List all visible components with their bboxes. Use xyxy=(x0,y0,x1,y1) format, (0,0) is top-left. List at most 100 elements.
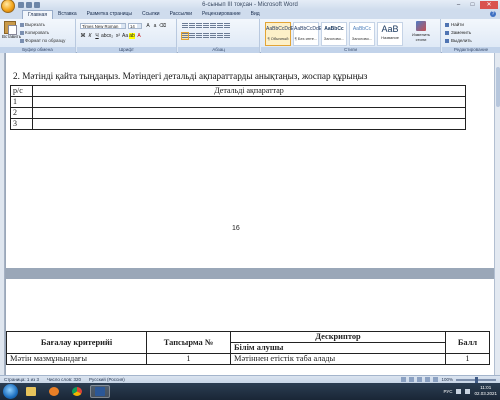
cut-button[interactable]: Вырезать xyxy=(20,22,45,27)
find-label: Найти xyxy=(451,22,464,27)
table-cell[interactable]: Тапсырма № xyxy=(146,331,231,354)
taskbar-media[interactable] xyxy=(44,385,64,398)
table-cell[interactable]: 1 xyxy=(10,96,33,108)
clock[interactable]: 11:01 02.03.2021 xyxy=(474,385,497,397)
show-marks-icon[interactable] xyxy=(224,23,230,29)
sort-icon[interactable] xyxy=(217,23,223,29)
decrease-indent-icon[interactable] xyxy=(203,23,209,29)
taskbar-explorer[interactable] xyxy=(21,385,41,398)
highlight-icon[interactable]: ab xyxy=(129,33,135,39)
table-cell[interactable]: Мәтін мазмұнындағы xyxy=(6,353,147,365)
tab-page-layout[interactable]: Разметка страницы xyxy=(82,10,137,19)
table-cell[interactable]: Мәтіннен етістік таба алады xyxy=(230,353,446,365)
copy-button[interactable]: Копировать xyxy=(20,30,49,35)
underline-icon[interactable]: Ч xyxy=(94,33,100,39)
table-cell[interactable]: Детальді ақпараттар xyxy=(32,85,466,97)
table-cell[interactable]: Балл xyxy=(445,331,490,354)
find-button[interactable]: Найти xyxy=(445,22,464,27)
document-page-1[interactable]: 2. Мәтінді қайта тыңдаңыз. Мәтіндегі дет… xyxy=(6,53,494,268)
word-count[interactable]: Число слов: 320 xyxy=(47,377,81,382)
full-screen-icon[interactable] xyxy=(409,377,415,382)
table-cell[interactable] xyxy=(32,118,466,130)
help-icon[interactable]: ? xyxy=(490,11,496,17)
style-normal[interactable]: AaBbCcDdE ¶ Обычный xyxy=(265,22,294,46)
font-name-combo[interactable]: Times New Roman xyxy=(80,23,126,29)
tab-view[interactable]: Вид xyxy=(246,10,265,19)
table-cell[interactable]: р/с xyxy=(10,85,33,97)
font-color-icon[interactable]: A xyxy=(136,33,142,39)
scrollbar-thumb[interactable] xyxy=(496,67,500,107)
grow-font-icon[interactable]: A xyxy=(145,23,151,29)
style-sample: AaBbCc xyxy=(324,26,344,32)
print-layout-icon[interactable] xyxy=(401,377,407,382)
numbering-icon[interactable] xyxy=(189,23,195,29)
style-title[interactable]: AaB Название xyxy=(377,22,403,46)
table-cell[interactable]: Бағалау критерийі xyxy=(6,331,147,354)
change-case-icon[interactable]: Aa xyxy=(122,33,128,39)
increase-indent-icon[interactable] xyxy=(210,23,216,29)
document-page-2[interactable]: Бағалау критерийі Тапсырма № Дескриптор … xyxy=(6,279,494,375)
borders-icon[interactable] xyxy=(224,33,230,39)
subscript-icon[interactable]: x₂ xyxy=(108,33,114,39)
styles-group: AaBbCcDdE ¶ Обычный AaBbCcDdE ¶ Без инте… xyxy=(261,19,441,53)
table-cell[interactable]: Білім алушы xyxy=(230,342,446,354)
superscript-icon[interactable]: x² xyxy=(115,33,121,39)
table-cell[interactable]: 1 xyxy=(445,353,490,365)
font-size-combo[interactable]: 14 xyxy=(128,23,142,29)
bold-icon[interactable]: Ж xyxy=(80,33,86,39)
replace-button[interactable]: Заменить xyxy=(445,30,471,35)
table-cell[interactable] xyxy=(32,96,466,108)
volume-icon[interactable] xyxy=(465,388,471,394)
align-left-icon[interactable] xyxy=(181,32,189,40)
select-button[interactable]: Выделить xyxy=(445,38,472,43)
table-cell[interactable]: 1 xyxy=(146,353,231,365)
paste-icon xyxy=(4,21,17,35)
zoom-level[interactable]: 100% xyxy=(441,377,453,382)
strikethrough-icon[interactable]: abc xyxy=(101,33,109,39)
align-right-icon[interactable] xyxy=(196,33,202,39)
align-center-icon[interactable] xyxy=(189,33,195,39)
format-painter-button[interactable]: Формат по образцу xyxy=(20,38,65,43)
line-spacing-icon[interactable] xyxy=(210,33,216,39)
bullets-icon[interactable] xyxy=(182,23,188,29)
table-cell[interactable]: Дескриптор xyxy=(230,331,446,343)
outline-icon[interactable] xyxy=(425,377,431,382)
chevron-down-icon[interactable] xyxy=(137,24,141,28)
table-cell[interactable] xyxy=(32,107,466,119)
tray-lang[interactable]: РУС xyxy=(443,389,452,394)
page-count[interactable]: Страница: 1 из 3 xyxy=(4,377,39,382)
justify-icon[interactable] xyxy=(203,33,209,39)
italic-icon[interactable]: К xyxy=(87,33,93,39)
start-button[interactable] xyxy=(3,384,18,399)
taskbar-chrome[interactable] xyxy=(67,385,87,398)
table-cell[interactable]: 2 xyxy=(10,107,33,119)
tab-home[interactable]: Главная xyxy=(22,10,54,19)
tab-insert[interactable]: Вставка xyxy=(53,10,82,19)
table-cell[interactable]: 3 xyxy=(10,118,33,130)
maximize-button[interactable]: □ xyxy=(466,1,479,9)
web-layout-icon[interactable] xyxy=(417,377,423,382)
zoom-slider[interactable] xyxy=(456,376,496,383)
style-no-spacing[interactable]: AaBbCcDdE ¶ Без инте... xyxy=(293,22,322,46)
taskbar-word[interactable] xyxy=(90,385,110,398)
language-indicator[interactable]: Русский (Россия) xyxy=(89,377,125,382)
shrink-font-icon[interactable]: a xyxy=(152,23,158,29)
style-heading1[interactable]: AaBbCc Заголово... xyxy=(321,22,347,46)
tab-references[interactable]: Ссылки xyxy=(137,10,165,19)
chevron-down-icon[interactable] xyxy=(121,24,125,28)
table-header-row: р/с Детальді ақпараттар xyxy=(10,85,466,97)
network-icon[interactable] xyxy=(456,388,462,394)
tab-review[interactable]: Рецензирование xyxy=(197,10,246,19)
change-styles-button[interactable]: Изменить стили xyxy=(411,21,431,42)
draft-icon[interactable] xyxy=(433,377,439,382)
close-button[interactable]: ✕ xyxy=(480,1,498,9)
paste-button[interactable]: Вставить xyxy=(2,21,21,43)
document-area[interactable]: 2. Мәтінді қайта тыңдаңыз. Мәтіндегі дет… xyxy=(0,53,500,375)
style-heading2[interactable]: AaBbCc Заголово... xyxy=(349,22,375,46)
shading-icon[interactable] xyxy=(217,33,223,39)
vertical-scrollbar[interactable] xyxy=(494,53,500,375)
multilevel-list-icon[interactable] xyxy=(196,23,202,29)
tab-mailings[interactable]: Рассылки xyxy=(165,10,197,19)
clear-format-icon[interactable]: ⌫ xyxy=(159,23,166,29)
minimize-button[interactable]: – xyxy=(452,1,465,9)
